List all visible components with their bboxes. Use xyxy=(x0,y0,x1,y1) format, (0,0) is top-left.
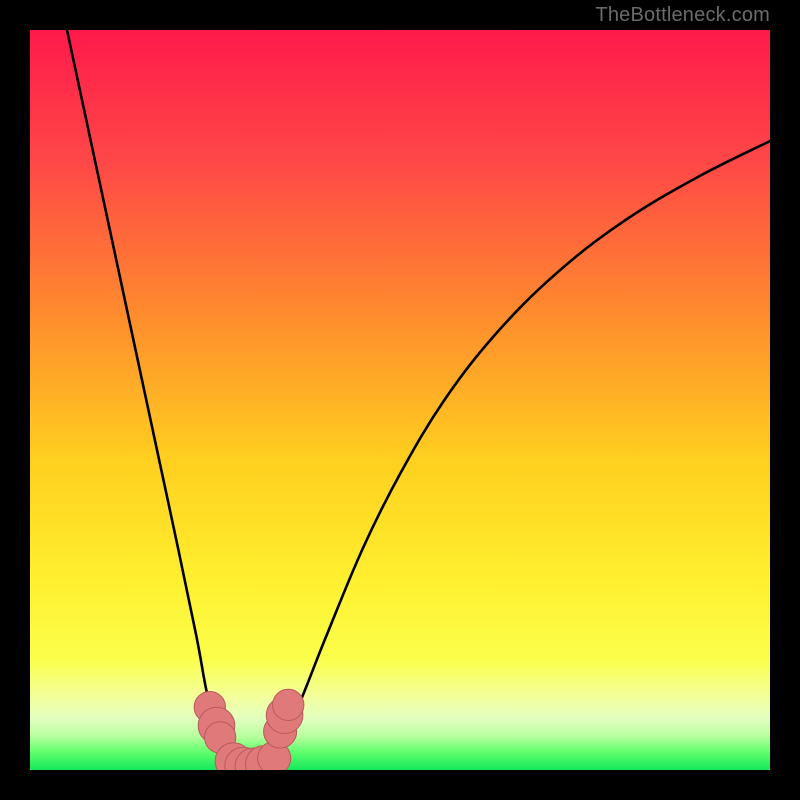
watermark-text: TheBottleneck.com xyxy=(595,4,770,27)
plot-area xyxy=(30,30,770,770)
curve-path xyxy=(67,30,770,770)
bottleneck-curve xyxy=(30,30,770,770)
markers-group xyxy=(194,689,304,770)
chart-frame: TheBottleneck.com xyxy=(0,0,800,800)
data-marker xyxy=(273,689,304,720)
